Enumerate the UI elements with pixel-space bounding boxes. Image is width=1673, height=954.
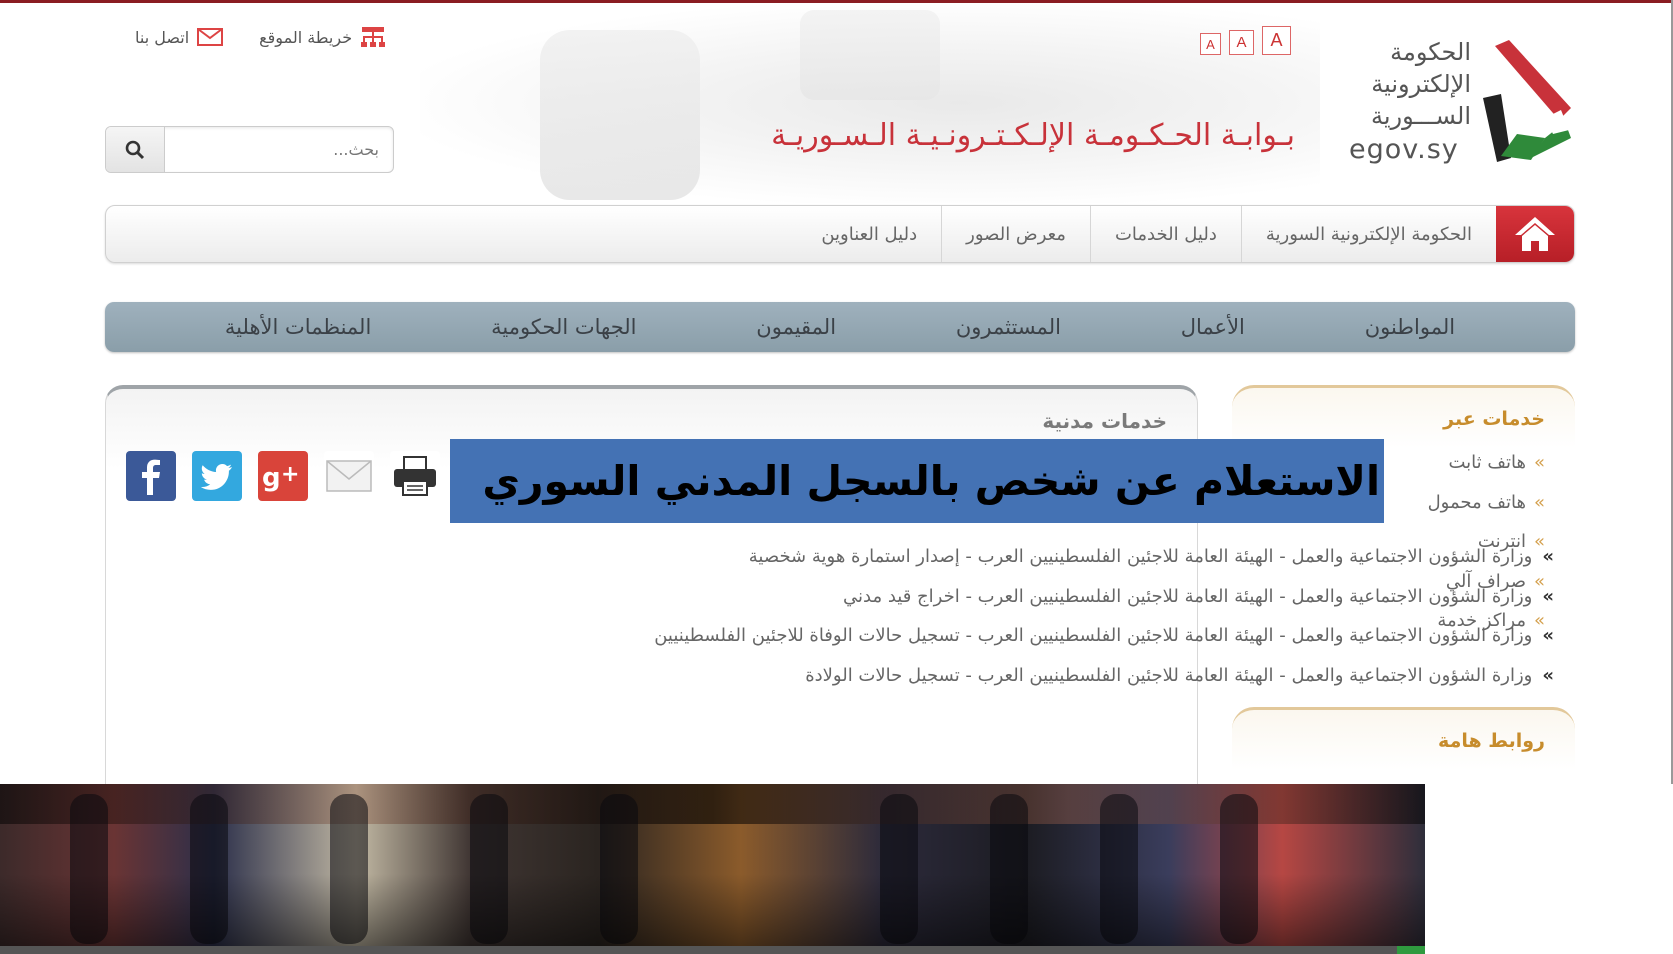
search-input[interactable] — [165, 127, 393, 172]
nav-item-egov[interactable]: الحكومة الإلكترونية السورية — [1240, 206, 1496, 262]
home-button[interactable] — [1496, 206, 1574, 262]
sidebar-links-title: روابط هامة — [1438, 730, 1545, 752]
service-link[interactable]: وزارة الشؤون الاجتماعية والعمل - الهيئة … — [749, 546, 1533, 567]
font-size-controls: A A A — [1200, 26, 1291, 55]
header-decoration — [800, 10, 940, 100]
search-icon — [125, 140, 145, 159]
site-logo[interactable]: الحكومة الإلكترونية الســـورية egov.sy — [1335, 36, 1575, 171]
audience-residents[interactable]: المقيمون — [756, 315, 836, 339]
bottom-photo — [0, 784, 1425, 954]
audience-investors[interactable]: المستثمرون — [956, 315, 1061, 339]
svg-text:+: + — [281, 462, 299, 487]
font-size-medium-button[interactable]: A — [1229, 30, 1254, 55]
section-title: خدمات مدنية — [1042, 409, 1167, 433]
google-plus-share-button[interactable]: g + — [258, 451, 308, 501]
sitemap-icon — [361, 27, 386, 47]
logo-line: الحكومة — [1390, 38, 1471, 66]
search-button[interactable] — [106, 127, 165, 172]
services-list: » وزارة الشؤون الاجتماعية والعمل - الهيئة… — [230, 537, 1554, 695]
font-size-large-button[interactable]: A — [1262, 26, 1291, 55]
search-box — [105, 126, 394, 173]
nav-item-gallery[interactable]: معرض الصور — [941, 206, 1090, 262]
audience-business[interactable]: الأعمال — [1181, 315, 1245, 339]
mail-icon — [197, 28, 224, 46]
header-decoration — [540, 30, 700, 200]
main-nav: الحكومة الإلكترونية السورية دليل الخدمات… — [105, 205, 1575, 263]
sidebar-links-box: روابط هامة — [1232, 707, 1575, 784]
bullet-icon: » — [1542, 664, 1554, 686]
service-link[interactable]: وزارة الشؤون الاجتماعية والعمل - الهيئة … — [805, 665, 1532, 686]
photo-edge — [0, 946, 1425, 954]
print-button[interactable] — [390, 451, 440, 501]
nav-item-services-guide[interactable]: دليل الخدمات — [1089, 206, 1241, 262]
facebook-icon — [142, 459, 160, 495]
logo-mark-icon — [1483, 40, 1571, 162]
google-plus-icon: g + — [262, 462, 299, 493]
browser-page: الحكومة الإلكترونية الســـورية egov.sy A… — [0, 0, 1673, 784]
svg-text:g: g — [262, 463, 281, 493]
contact-link-label: اتصل بنا — [135, 27, 190, 47]
logo-line: الإلكترونية — [1371, 70, 1471, 98]
blank-area — [1425, 784, 1673, 954]
list-item[interactable]: » وزارة الشؤون الاجتماعية والعمل - الهيئة… — [230, 577, 1554, 617]
service-link[interactable]: وزارة الشؤون الاجتماعية والعمل - الهيئة … — [843, 586, 1532, 607]
audience-government[interactable]: الجهات الحكومية — [491, 315, 636, 339]
list-item[interactable]: » وزارة الشؤون الاجتماعية والعمل - الهيئة… — [230, 537, 1554, 577]
sitemap-link[interactable]: خريطة الموقع — [259, 26, 386, 48]
print-icon — [394, 456, 436, 496]
logo-domain: egov.sy — [1349, 134, 1459, 165]
bullet-icon: » — [1533, 452, 1545, 473]
bullet-icon: » — [1542, 546, 1554, 567]
audience-citizens[interactable]: المواطنون — [1365, 315, 1455, 339]
list-item[interactable]: » وزارة الشؤون الاجتماعية والعمل - الهيئة… — [230, 616, 1554, 656]
logo-line: الســـورية — [1370, 102, 1471, 130]
site-title: بـوابـة الحـكـومـة الإلـكـتـرونـيـة الـس… — [771, 118, 1295, 153]
bullet-icon: » — [1533, 491, 1545, 513]
logo-text: الحكومة الإلكترونية الســـورية — [1371, 36, 1471, 132]
audience-nav: المواطنون الأعمال المستثمرون المقيمون ال… — [105, 302, 1575, 352]
nav-item-address-guide[interactable]: دليل العناوين — [797, 206, 941, 262]
bullet-icon: » — [1542, 625, 1554, 646]
home-icon — [1515, 217, 1555, 251]
photo-shading — [0, 874, 1425, 954]
sidebar-item-label: هاتف محمول — [1427, 491, 1526, 513]
sidebar-services-title: خدمات عبر — [1443, 408, 1545, 430]
list-item[interactable]: » وزارة الشؤون الاجتماعية والعمل - الهيئة… — [230, 656, 1554, 696]
top-links: اتصل بنا خريطة الموقع — [135, 26, 386, 48]
twitter-share-button[interactable] — [192, 451, 242, 501]
photo-edge-accent — [1397, 946, 1425, 954]
twitter-icon — [200, 464, 232, 490]
sitemap-link-label: خريطة الموقع — [259, 27, 353, 47]
share-bar: g + — [126, 451, 440, 501]
email-share-button[interactable] — [324, 451, 374, 501]
title-banner: الاستعلام عن شخص بالسجل المدني السوري — [450, 439, 1384, 523]
service-link[interactable]: وزارة الشؤون الاجتماعية والعمل - الهيئة … — [654, 625, 1532, 646]
sidebar-item-label: هاتف ثابت — [1448, 452, 1526, 473]
audience-ngos[interactable]: المنظمات الأهلية — [225, 315, 371, 339]
bullet-icon: » — [1542, 585, 1554, 607]
font-size-small-button[interactable]: A — [1200, 33, 1221, 55]
facebook-share-button[interactable] — [126, 451, 176, 501]
contact-link[interactable]: اتصل بنا — [135, 27, 224, 47]
email-share-icon — [326, 460, 372, 492]
